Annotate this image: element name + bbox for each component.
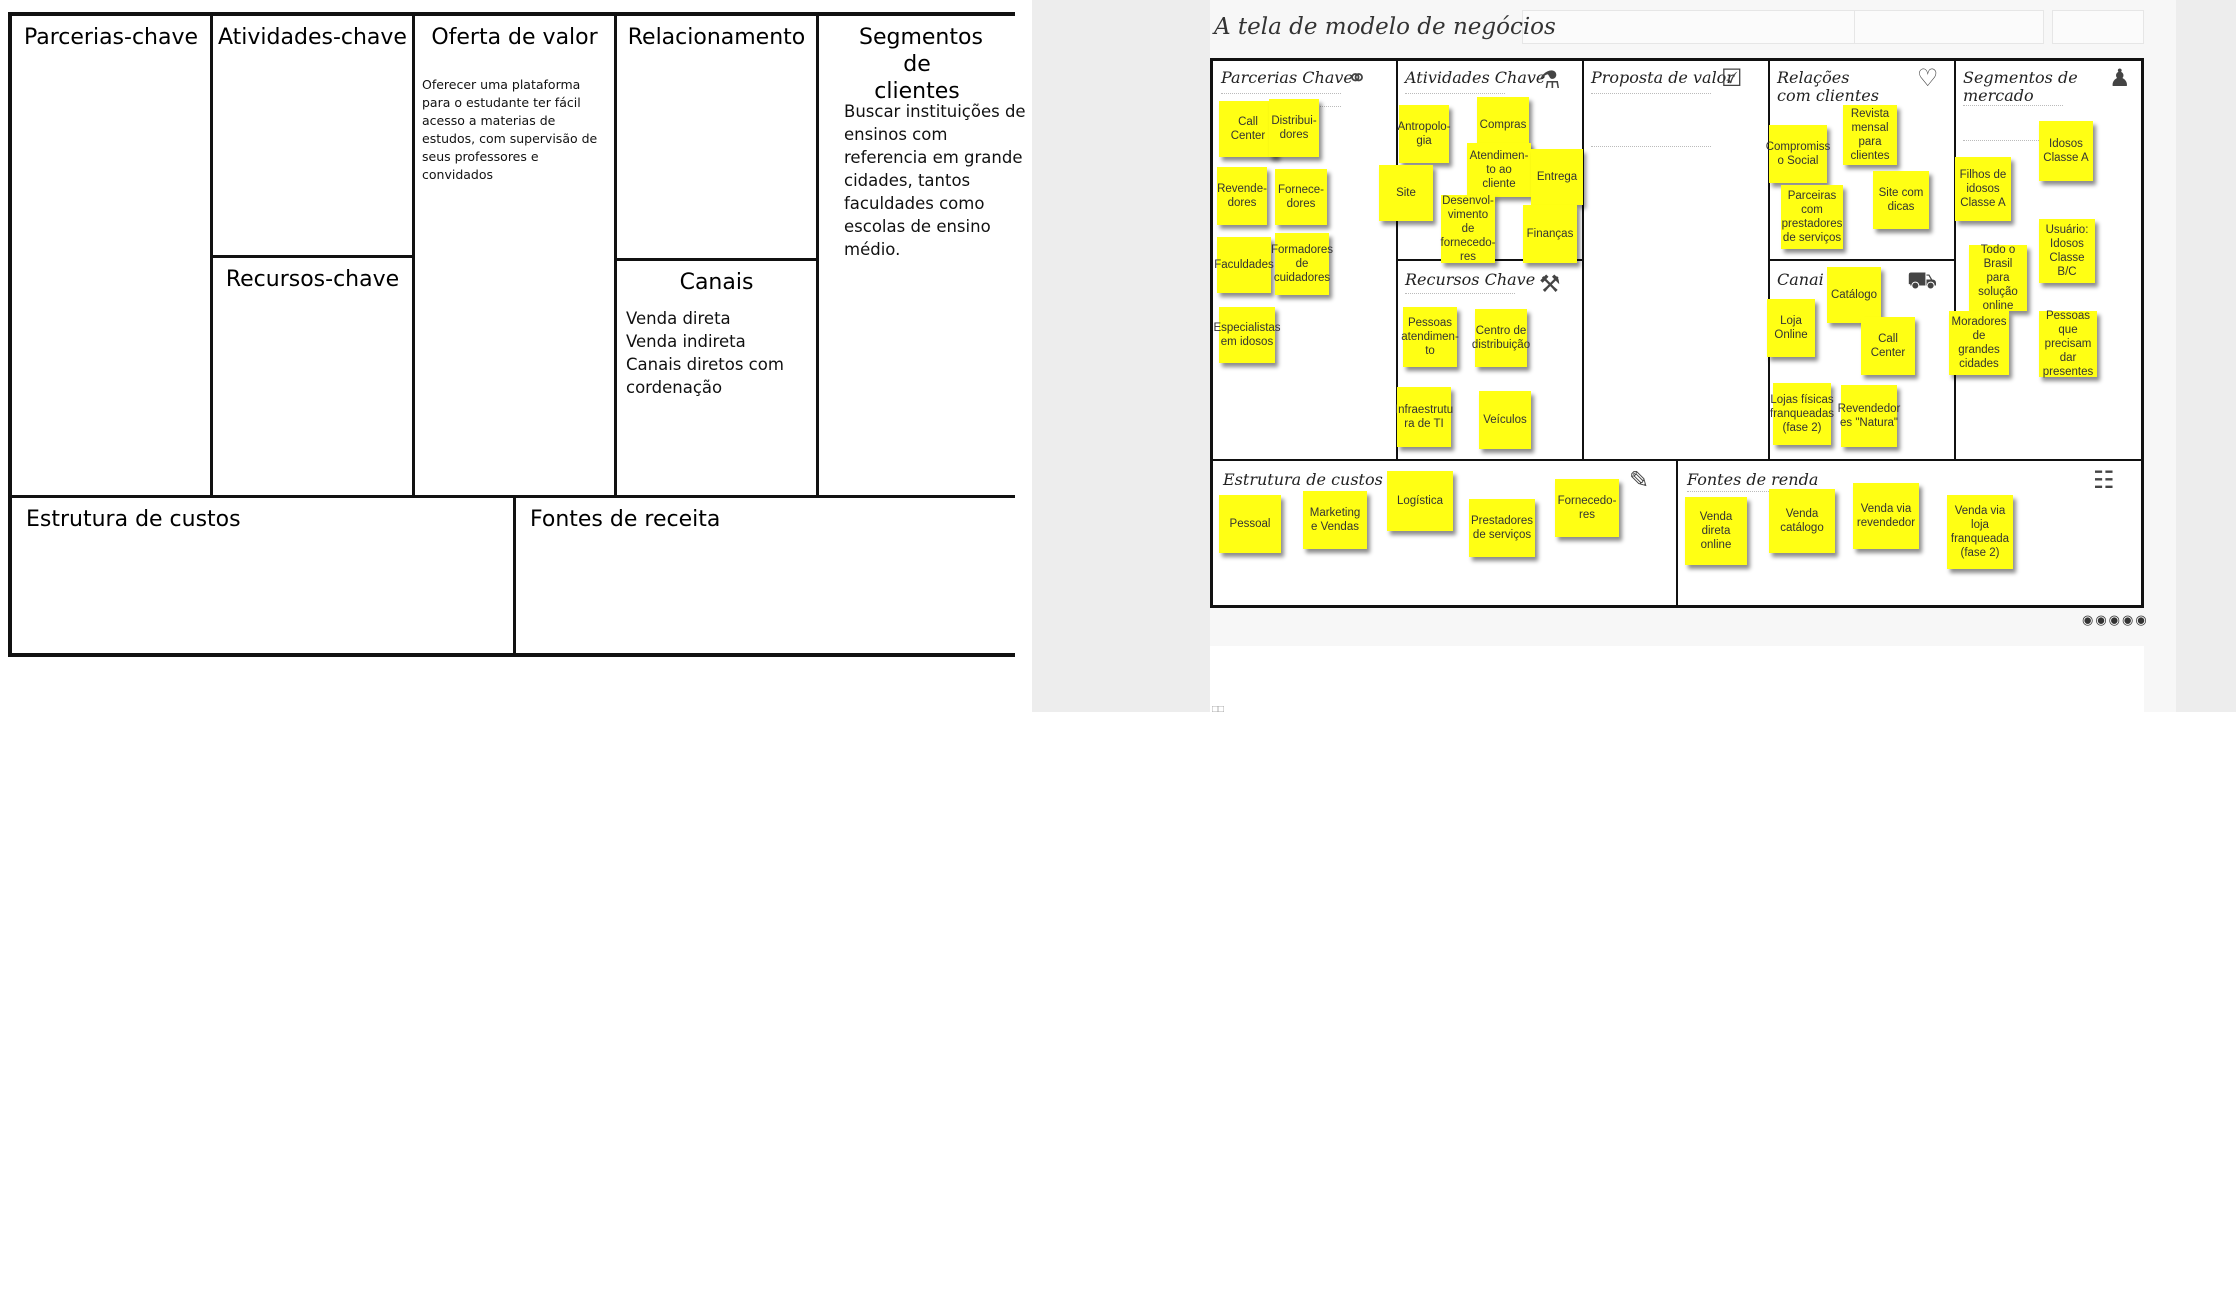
cell-title: Estrutura de custos (26, 507, 241, 532)
cell-atividades-chave: Atividades-chave (213, 16, 415, 258)
sticky-note[interactable]: Centro de distribuição (1472, 309, 1530, 367)
sticky-note[interactable]: Filhos de idosos Classe A (1955, 157, 2011, 221)
sticky-note[interactable]: Prestadores de serviços (1469, 499, 1535, 557)
sticky-note[interactable]: Revendedor es "Natura" (1838, 385, 1900, 447)
sticky-note[interactable]: Fornecedo-res (1555, 479, 1619, 537)
sticky-note[interactable]: Idosos Classe A (2039, 121, 2093, 181)
block-title: Recursos Chave (1405, 270, 1536, 289)
block-title: Canai (1777, 270, 1824, 289)
cell-recursos-chave: Recursos-chave (213, 258, 415, 498)
footer-icons: □□ (1212, 704, 1225, 715)
sticky-note[interactable]: Site com dicas (1873, 171, 1929, 229)
license-icons: ◉◉◉◉◉ (2082, 612, 2149, 627)
sticky-note[interactable]: Lojas físicas franqueadas (fase 2) (1770, 383, 1834, 445)
sticky-note[interactable]: Venda via loja franqueada (fase 2) (1947, 495, 2013, 569)
block-title: Fontes de renda (1687, 470, 1819, 489)
sticky-note[interactable]: Formadores de cuidadores (1271, 233, 1333, 295)
cell-parcerias-chave: Parcerias-chave (12, 16, 213, 498)
gift-icon: ☑ (1721, 65, 1743, 92)
heart-icon: ♡ (1917, 65, 1939, 92)
sticky-note[interactable]: Especialistas em idosos (1213, 307, 1281, 363)
cell-estrutura-de-custos: Estrutura de custos (12, 498, 516, 653)
canais-list: Venda direta Venda indireta Canais diret… (626, 307, 816, 399)
sticky-note[interactable]: Revende-dores (1217, 167, 1267, 225)
toolbar-box (1854, 10, 2044, 44)
cash-register-icon: ☷ (2093, 467, 2115, 494)
cell-title: Canais (679, 270, 754, 295)
sticky-note[interactable]: Moradores de grandes cidades (1949, 311, 2009, 375)
sticky-note[interactable]: Faculdades (1214, 237, 1274, 293)
question-lines (1405, 293, 1515, 299)
oferta-text: Oferecer uma plataforma para o estudante… (422, 77, 598, 182)
sticky-note[interactable]: Pessoas que precisam dar presentes (2039, 310, 2097, 378)
cell-title: Parcerias-chave (23, 25, 199, 50)
left-business-model-canvas: Parcerias-chave Atividades-chave Recurso… (8, 12, 1026, 657)
cell-title: Relacionamento (627, 25, 806, 50)
cell-title: Atividades-chave (218, 25, 407, 50)
person-icon: ♟ (2109, 65, 2131, 92)
screenshot-title: A tela de modelo de negócios (1214, 14, 1556, 40)
cell-title: Segmentos de clientes (859, 25, 983, 104)
cell-title: Oferta de valor (431, 25, 598, 50)
segmentos-text: Buscar instituições de ensinos com refer… (844, 102, 1026, 259)
block-title: Segmentos de mercado (1963, 68, 2078, 105)
sticky-note[interactable]: Fornece-dores (1275, 169, 1327, 225)
sticky-note[interactable]: Entrega (1531, 149, 1583, 205)
cell-fontes-de-receita: Fontes de receita (516, 498, 1015, 653)
cell-title: Fontes de receita (530, 507, 721, 532)
cell-title: Recursos-chave (225, 267, 400, 292)
sticky-note[interactable]: Parceiras com prestadores de serviços (1781, 185, 1843, 249)
price-tag-icon: ✎ (1629, 467, 1650, 494)
sticky-note[interactable]: Usuário: Idosos Classe B/C (2039, 219, 2095, 283)
sticky-note[interactable]: Venda via revendedor (1853, 483, 1919, 549)
right-screenshot-panel: A tela de modelo de negócios Parcerias C… (1032, 0, 2236, 715)
canais-line: Canais diretos com cordenação (626, 355, 784, 397)
block-title: Atividades Chave (1405, 68, 1546, 87)
sticky-note[interactable]: Veículos (1479, 391, 1531, 449)
sticky-note[interactable]: Call Center (1861, 317, 1915, 375)
cell-relacionamento: Relacionamento (617, 16, 819, 261)
cell-canais: Canais Venda direta Venda indireta Canai… (617, 261, 819, 498)
sticky-note[interactable]: Venda catálogo (1769, 489, 1835, 553)
sticky-note[interactable]: Catálogo (1827, 267, 1881, 323)
sticky-note[interactable]: Atendimen-to ao cliente (1467, 143, 1531, 197)
block-title: Proposta de valor (1591, 68, 1734, 87)
screenshot-bottom-strip (1210, 646, 2144, 712)
question-lines (1591, 93, 1711, 147)
sticky-note[interactable]: Antropolo-gia (1397, 105, 1451, 163)
block-title: Estrutura de custos (1223, 470, 1383, 489)
sticky-note[interactable]: Revista mensal para clientes (1843, 105, 1897, 165)
canais-line: Venda indireta (626, 332, 746, 351)
worker-icon: ⚗ (1539, 67, 1561, 94)
sticky-note[interactable]: Loja Online (1767, 299, 1815, 357)
sticky-note[interactable]: Todo o Brasil para solução online (1969, 244, 2027, 312)
block-title: Relações com clientes (1777, 68, 1879, 105)
truck-icon: ⛟ (1907, 267, 1938, 294)
sticky-note[interactable]: Logística (1387, 471, 1453, 531)
sticky-note[interactable]: Distribui-dores (1269, 99, 1319, 157)
sticky-note[interactable]: Compromiss o Social (1766, 125, 1830, 183)
sticky-note[interactable]: Pessoas atendimen-to (1401, 307, 1459, 367)
cell-oferta-de-valor: Oferta de valor Oferecer uma plataforma … (415, 16, 617, 498)
chain-link-icon: ⚭ (1347, 65, 1368, 92)
sticky-note[interactable]: Infraestrutu ra de TI (1395, 387, 1453, 447)
sticky-note[interactable]: Site (1379, 165, 1433, 221)
sticky-note[interactable]: Desenvol-vimento de fornecedo-res (1441, 195, 1496, 263)
toolbar-box (2052, 10, 2144, 44)
cell-segmentos-de-clientes: Segmentos de clientes Buscar instituiçõe… (819, 16, 1026, 498)
canais-line: Venda direta (626, 309, 731, 328)
tools-icon: ⚒ (1539, 271, 1561, 298)
sticky-business-model-canvas: Parcerias Chave Atividades Chave Propost… (1210, 58, 2144, 608)
sticky-note[interactable]: Venda direta online (1685, 497, 1747, 565)
sticky-note[interactable]: Marketing e Vendas (1303, 491, 1367, 549)
block-title: Parcerias Chave (1221, 68, 1353, 87)
sticky-note[interactable]: Finanças (1523, 205, 1577, 263)
sticky-note[interactable]: Pessoal (1219, 495, 1281, 553)
toolbar-box (1522, 10, 1882, 44)
